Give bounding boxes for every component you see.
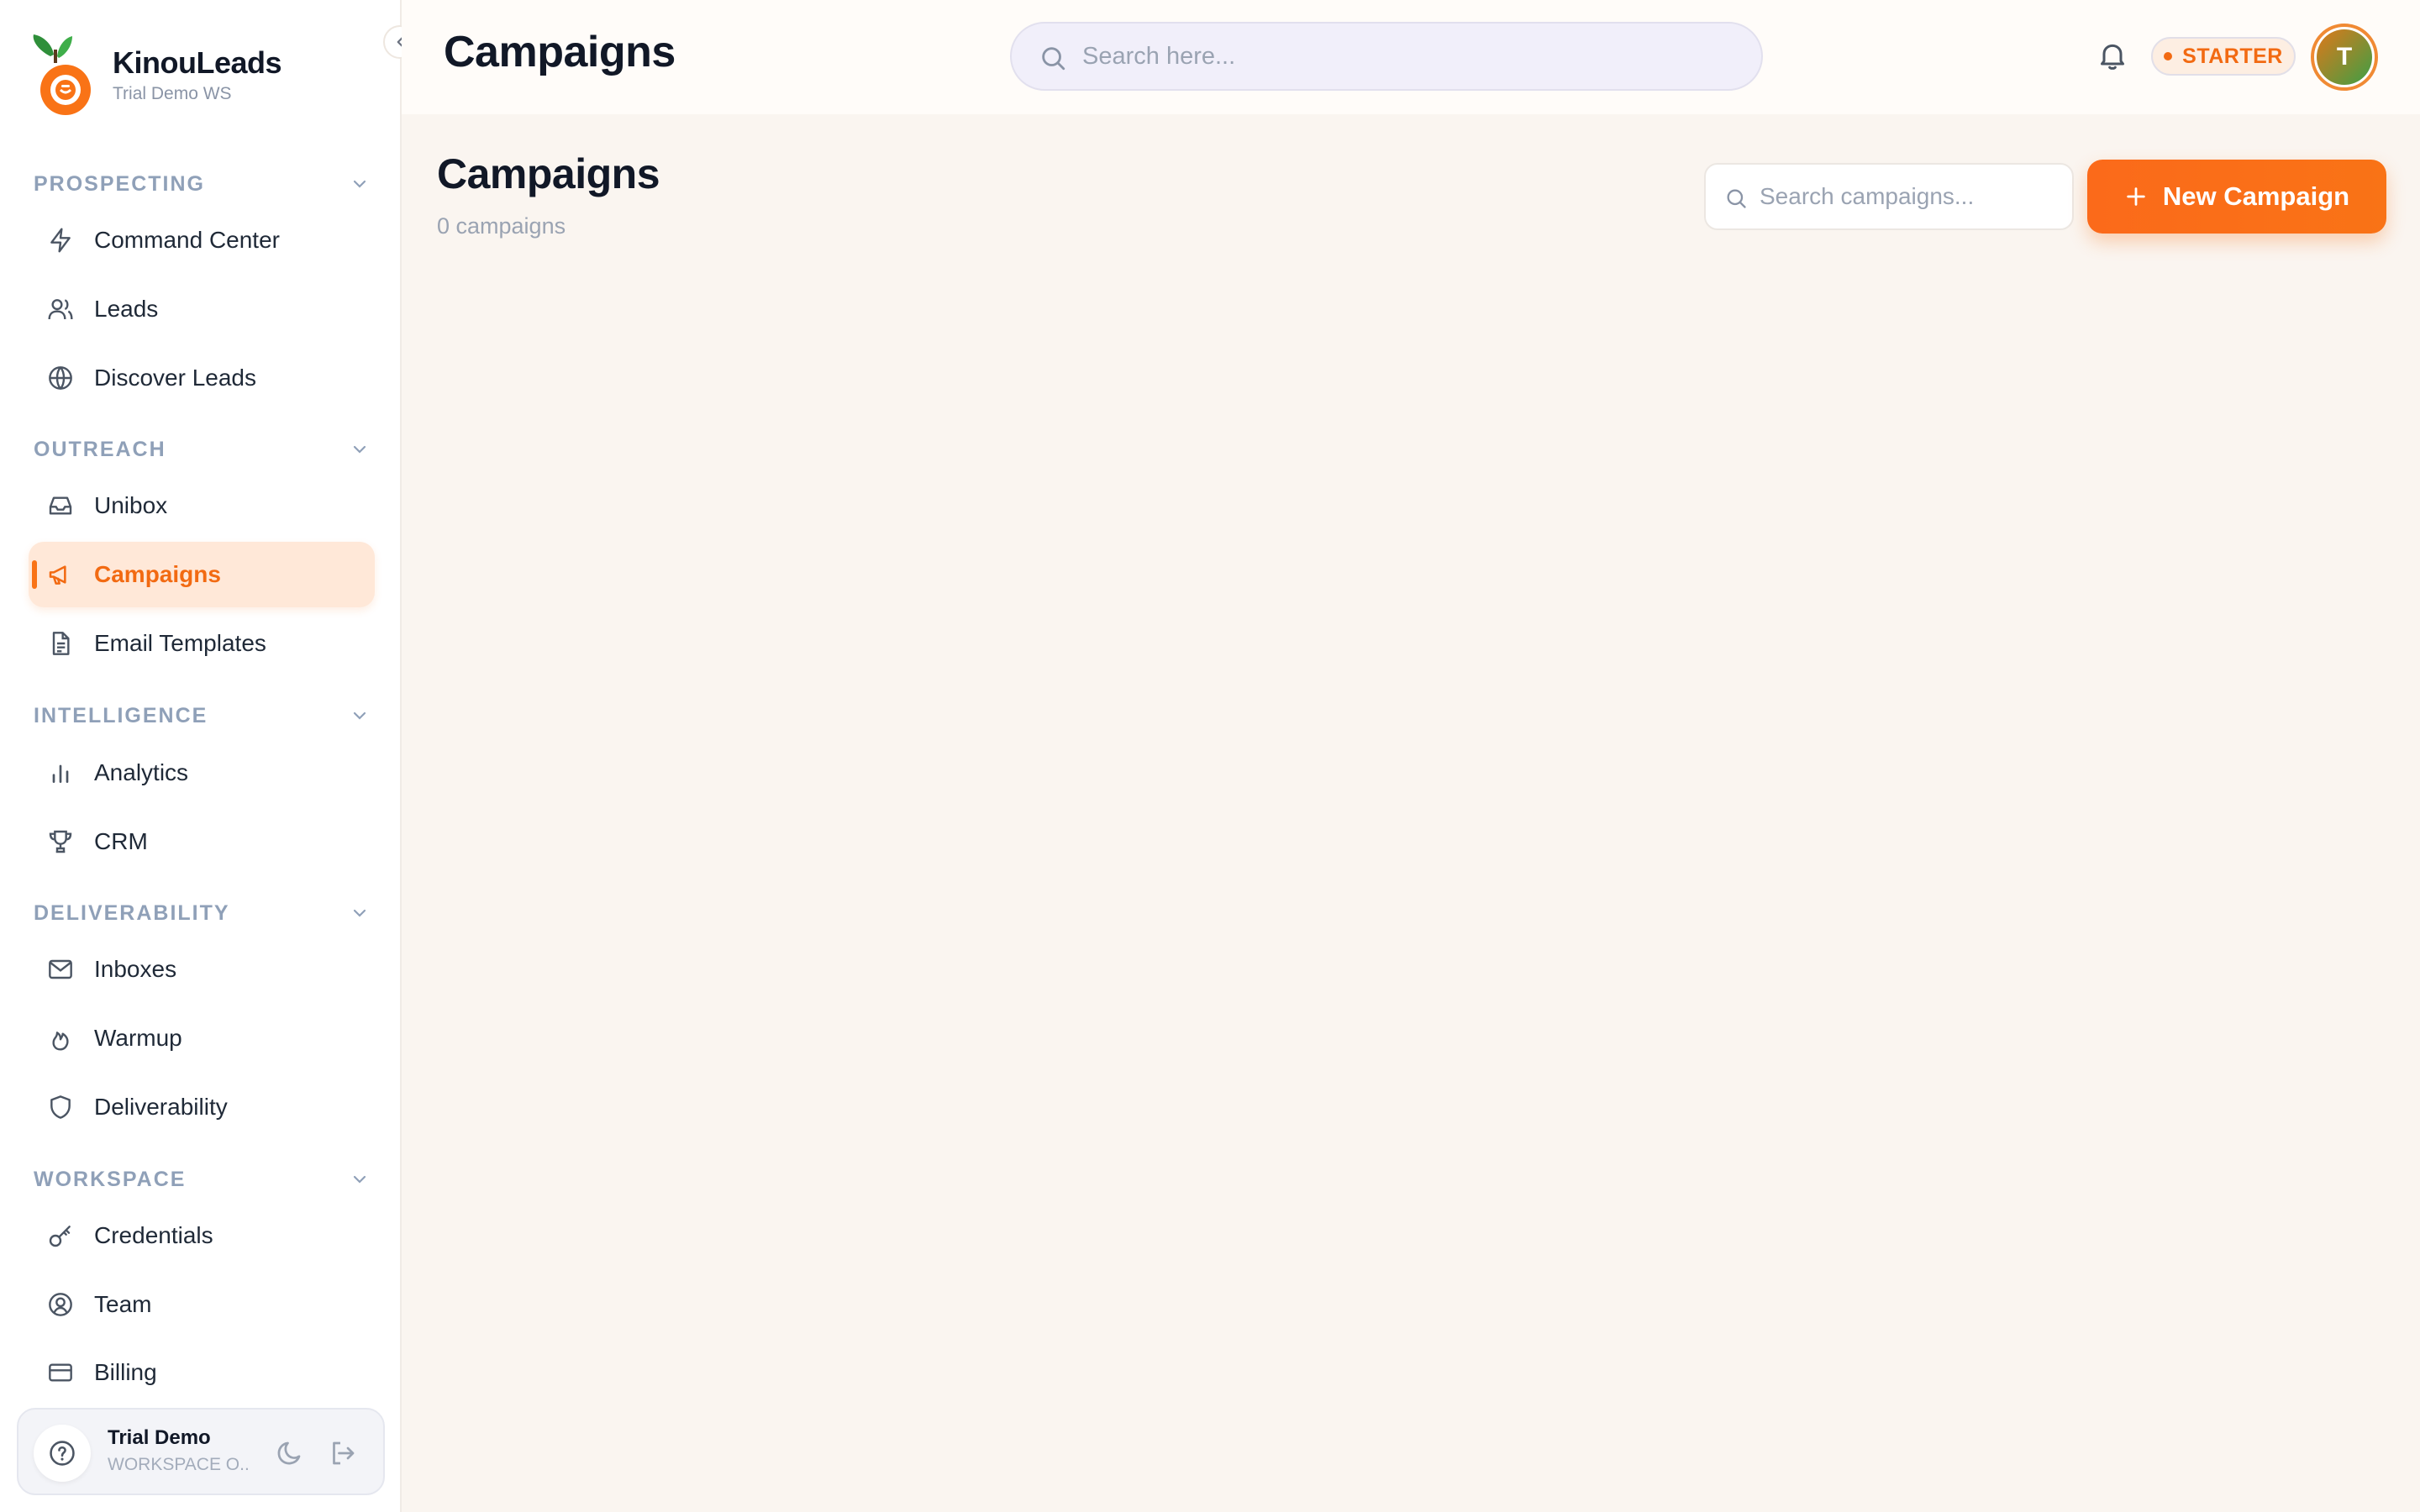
global-search-input[interactable] [1082,24,1738,89]
chevron-down-icon [353,445,366,454]
bar-chart-icon [52,764,69,783]
lightning-icon [50,228,71,253]
chevron-down-icon [353,180,366,188]
sidebar-item-label: Team [94,1291,152,1317]
user-card: Trial Demo WORKSPACE O... [17,1408,385,1495]
new-campaign-button[interactable]: New Campaign [2087,160,2386,234]
sidebar-item-warmup[interactable]: Warmup [29,1005,375,1071]
trophy-icon [49,830,72,853]
avatar-initial: T [2317,29,2372,85]
sidebar-item-label: Deliverability [94,1094,228,1120]
section-outreach[interactable]: OUTREACH [34,433,370,466]
sidebar-item-label: Unibox [94,492,168,518]
users-icon [48,299,73,320]
credit-card-icon [49,1363,72,1382]
sidebar-item-label: Email Templates [94,630,266,656]
sidebar-item-label: Leads [94,296,159,322]
chevron-down-icon [353,909,366,917]
bell-icon [2101,44,2124,70]
sidebar-item-label: Warmup [94,1025,182,1051]
logout-icon [333,1441,355,1465]
app: KinouLeads Trial Demo WS PROSPECTING Com… [0,0,2420,1512]
sidebar-item-label: Inboxes [94,956,177,982]
sidebar-item-email-templates[interactable]: Email Templates [29,611,375,676]
key-icon [49,1226,71,1247]
shield-icon [50,1095,71,1119]
section-prospecting[interactable]: PROSPECTING [34,167,370,201]
campaign-search[interactable] [1704,163,2074,230]
sidebar: KinouLeads Trial Demo WS PROSPECTING Com… [0,0,417,1512]
header-title: Campaigns [444,28,676,76]
help-button[interactable] [34,1425,91,1482]
user-name: Trial Demo [108,1426,211,1449]
user-circle-icon [49,1293,72,1316]
sidebar-item-credentials[interactable]: Credentials [29,1203,375,1268]
search-icon [1042,47,1065,71]
sidebar-item-label: Campaigns [94,561,221,587]
plan-badge[interactable]: STARTER [2151,37,2296,76]
chevron-down-icon [353,1175,366,1184]
sidebar-item-discover-leads[interactable]: Discover Leads [29,345,375,411]
avatar[interactable]: T [2311,24,2378,91]
global-search[interactable] [1010,22,1763,91]
section-label: OUTREACH [34,437,166,461]
user-role: WORKSPACE O... [108,1455,250,1474]
plan-dot [2164,52,2173,60]
brand[interactable]: KinouLeads Trial Demo WS [29,29,381,121]
plan-label: STARTER [2182,44,2283,68]
globe-icon [49,366,72,390]
section-label: INTELLIGENCE [34,703,208,727]
megaphone-icon [49,565,66,585]
theme-toggle-button[interactable] [274,1438,304,1468]
sidebar-item-label: Command Center [94,227,280,253]
sidebar-item-command-center[interactable]: Command Center [29,207,375,273]
inbox-icon [49,496,72,515]
page-title: Campaigns [437,150,660,197]
campaign-search-input[interactable] [1760,165,2062,228]
topbar: Campaigns STARTER T [402,0,2420,114]
sidebar-item-label: Discover Leads [94,365,256,391]
document-icon [52,632,70,655]
section-label: DELIVERABILITY [34,900,230,925]
moon-icon [277,1441,301,1465]
sidebar-item-label: Analytics [94,759,189,785]
search-icon [1727,189,1746,208]
workspace-name: Trial Demo WS [113,84,232,103]
help-circle-icon [50,1441,75,1466]
section-label: PROSPECTING [34,171,205,196]
sidebar-item-label: CRM [94,828,148,854]
sidebar-item-unibox[interactable]: Unibox [29,473,375,538]
sidebar-item-label: Credentials [94,1222,213,1248]
sidebar-item-crm[interactable]: CRM [29,809,375,874]
sidebar-item-team[interactable]: Team [29,1272,375,1337]
section-workspace[interactable]: WORKSPACE [34,1163,370,1196]
section-label: WORKSPACE [34,1167,187,1191]
sidebar-item-inboxes[interactable]: Inboxes [29,937,375,1002]
section-intelligence[interactable]: INTELLIGENCE [34,699,370,732]
new-campaign-label: New Campaign [2162,181,2350,211]
sidebar-item-leads[interactable]: Leads [29,276,375,342]
logout-button[interactable] [328,1438,358,1468]
sidebar-item-deliverability[interactable]: Deliverability [29,1074,375,1140]
campaign-count: 0 campaigns [437,213,566,239]
kinouleads-logo-icon [29,31,96,118]
plus-icon [2127,187,2145,206]
sidebar-item-label: Billing [94,1359,157,1385]
mail-icon [49,959,72,979]
sidebar-item-analytics[interactable]: Analytics [29,740,375,806]
section-deliverability[interactable]: DELIVERABILITY [34,896,370,930]
brand-name: KinouLeads [113,45,282,80]
active-indicator [32,560,37,589]
flame-icon [52,1032,69,1051]
sidebar-item-campaigns[interactable]: Campaigns [29,542,375,607]
main-content: Campaigns STARTER T Campaigns 0 campaign… [402,0,2420,1512]
sidebar-item-billing[interactable]: Billing [29,1340,375,1405]
notifications-button[interactable] [2096,39,2129,72]
chevron-down-icon [353,711,366,720]
